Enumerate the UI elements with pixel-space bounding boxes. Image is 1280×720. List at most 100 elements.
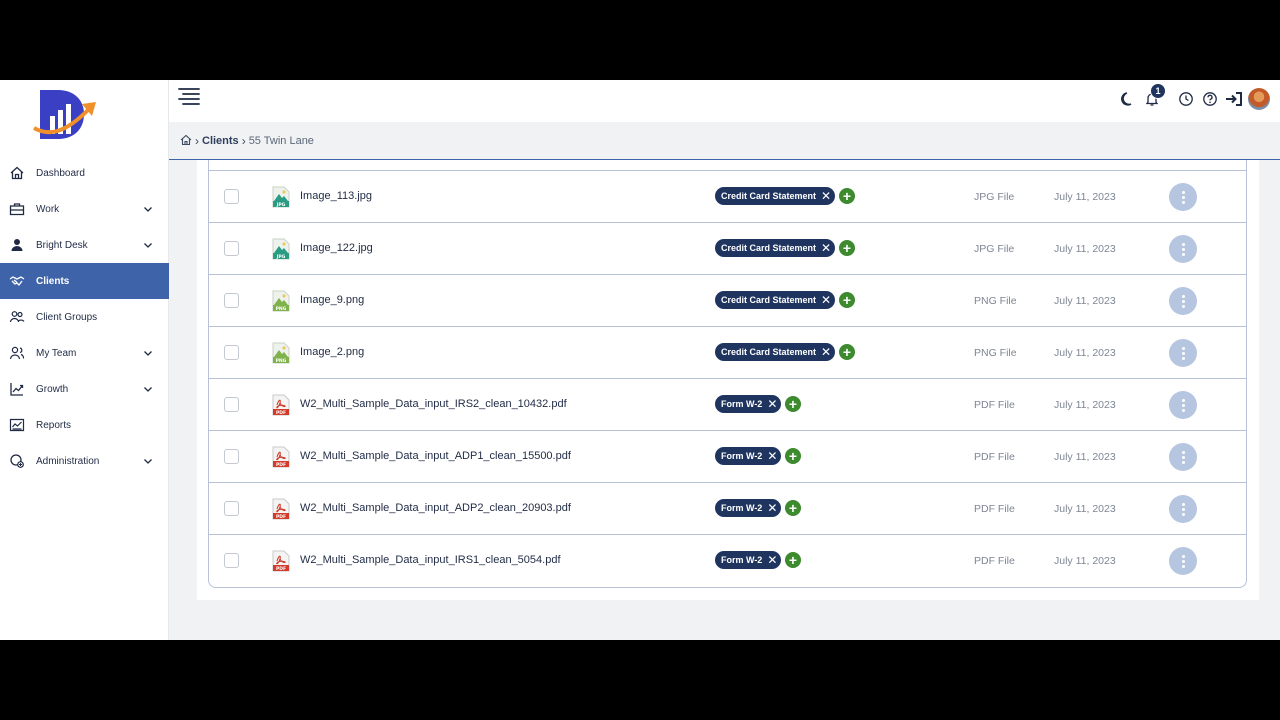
user-avatar[interactable] [1248,88,1270,110]
sidebar-item-bright-desk[interactable]: Bright Desk [0,227,169,263]
remove-tag-icon[interactable]: ✕ [767,450,777,462]
admin-icon [9,453,25,469]
sidebar-item-administration[interactable]: Administration [0,443,169,479]
file-name-link[interactable]: W2_Multi_Sample_Data_input_ADP2_clean_20… [300,502,571,514]
svg-text:PNG: PNG [276,358,287,364]
add-tag-button[interactable]: + [785,396,801,412]
chevron-down-icon[interactable] [143,384,153,394]
add-tag-button[interactable]: + [785,500,801,516]
pdf-file-icon: PDF [272,446,290,468]
file-name-link[interactable]: W2_Multi_Sample_Data_input_ADP1_clean_15… [300,450,571,462]
row-actions-button[interactable] [1169,287,1197,315]
dot [1181,346,1185,350]
sidebar-item-my-team[interactable]: My Team [0,335,169,371]
bell-icon[interactable]: 1 [1140,83,1166,111]
chevron-down-icon[interactable] [143,204,153,214]
row-actions-button[interactable] [1169,235,1197,263]
row-checkbox[interactable] [224,553,239,568]
tag-label: Form W-2 [721,503,763,513]
breadcrumb-clients-link[interactable]: Clients [202,135,239,147]
chevron-down-icon[interactable] [143,456,153,466]
add-tag-button[interactable]: + [839,188,855,204]
remove-tag-icon[interactable]: ✕ [767,554,777,566]
tag-label: Form W-2 [721,555,763,565]
tag-label: Form W-2 [721,451,763,461]
brand-logo[interactable] [30,84,102,146]
svg-text:PNG: PNG [276,306,287,312]
remove-tag-icon[interactable]: ✕ [821,346,831,358]
add-tag-button[interactable]: + [839,292,855,308]
table-row[interactable]: JPG Image_122.jpg Credit Card Statement ✕ + J… [209,223,1246,275]
top-bar: 1 [169,80,1280,122]
sidebar-item-growth[interactable]: Growth [0,371,169,407]
sidebar-item-work[interactable]: Work [0,191,169,227]
dot [1181,351,1185,355]
row-checkbox[interactable] [224,397,239,412]
row-checkbox[interactable] [224,501,239,516]
dot [1181,200,1185,204]
breadcrumb-separator: › [195,134,199,148]
letterbox-top [0,0,1280,80]
file-name-link[interactable]: Image_113.jpg [300,190,372,202]
table-row[interactable]: PDF W2_Multi_Sample_Data_input_IRS1_clean… [209,535,1246,587]
table-row[interactable]: PNG Image_9.png Credit Card Statement ✕ + PNG… [209,275,1246,327]
dot [1181,398,1185,402]
jpg-file-icon: JPG [272,238,290,260]
file-name-link[interactable]: Image_122.jpg [300,242,373,254]
file-name-link[interactable]: W2_Multi_Sample_Data_input_IRS1_clean_50… [300,554,561,566]
add-tag-button[interactable]: + [839,344,855,360]
row-actions-button[interactable] [1169,495,1197,523]
row-actions-button[interactable] [1169,443,1197,471]
row-checkbox[interactable] [224,345,239,360]
document-tag: Form W-2 ✕ [715,499,782,517]
row-actions-button[interactable] [1169,183,1197,211]
sidebar-item-dashboard[interactable]: Dashboard [0,155,169,191]
sidebar-item-client-groups[interactable]: Client Groups [0,299,169,335]
table-row[interactable]: PDF W2_Multi_Sample_Data_input_ADP2_clean… [209,483,1246,535]
dot [1181,356,1185,360]
chevron-down-icon[interactable] [143,240,153,250]
clock-icon[interactable] [1174,87,1198,111]
remove-tag-icon[interactable]: ✕ [767,398,777,410]
table-row[interactable]: PDF W2_Multi_Sample_Data_input_ADP1_clean… [209,431,1246,483]
report-icon [9,417,25,433]
row-checkbox[interactable] [224,293,239,308]
help-icon[interactable] [1198,87,1222,111]
file-type: PDF File [974,451,1015,463]
home-icon[interactable] [180,134,192,149]
table-row[interactable]: PDF W2_Multi_Sample_Data_input_IRS2_clean… [209,379,1246,431]
pdf-file-icon: PDF [272,550,290,572]
add-tag-button[interactable]: + [839,240,855,256]
breadcrumb-separator: › [241,134,246,148]
svg-text:PDF: PDF [276,462,286,468]
add-tag-button[interactable]: + [785,552,801,568]
row-checkbox[interactable] [224,241,239,256]
remove-tag-icon[interactable]: ✕ [821,242,831,254]
dot [1181,559,1185,563]
row-checkbox[interactable] [224,189,239,204]
row-checkbox[interactable] [224,449,239,464]
menu-toggle-icon[interactable] [178,87,200,105]
sidebar-item-label: Client Groups [36,311,98,323]
sidebar-item-clients[interactable]: Clients [0,263,169,299]
file-name-link[interactable]: Image_2.png [300,346,364,358]
file-name-link[interactable]: Image_9.png [300,294,364,306]
chevron-down-icon[interactable] [143,348,153,358]
add-tag-button[interactable]: + [785,448,801,464]
table-row[interactable]: JPG Image_113.jpg Credit Card Statement ✕ + J… [209,171,1246,223]
remove-tag-icon[interactable]: ✕ [767,502,777,514]
tag-label: Credit Card Statement [721,191,817,201]
dark-mode-icon[interactable] [1116,87,1140,111]
row-actions-button[interactable] [1169,391,1197,419]
dot [1181,502,1185,506]
dot [1181,242,1185,246]
remove-tag-icon[interactable]: ✕ [821,190,831,202]
file-name-link[interactable]: W2_Multi_Sample_Data_input_IRS2_clean_10… [300,398,567,410]
table-row[interactable]: PNG Image_2.png Credit Card Statement ✕ + PNG… [209,327,1246,379]
remove-tag-icon[interactable]: ✕ [821,294,831,306]
dot [1181,450,1185,454]
sign-in-icon[interactable] [1222,87,1246,111]
sidebar-item-reports[interactable]: Reports [0,407,169,443]
row-actions-button[interactable] [1169,547,1197,575]
row-actions-button[interactable] [1169,339,1197,367]
